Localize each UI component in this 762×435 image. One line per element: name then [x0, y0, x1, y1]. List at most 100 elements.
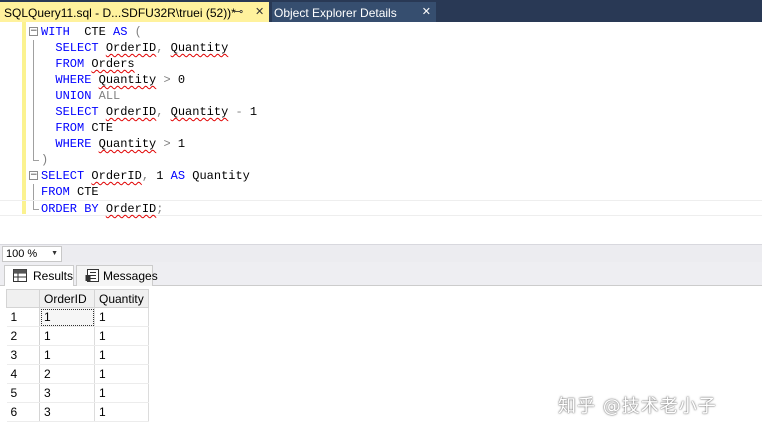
sql-keyword: SELECT — [55, 105, 99, 119]
pin-icon[interactable]: ⊸ — [234, 5, 243, 18]
fold-guide — [33, 72, 34, 88]
sql-token: > — [163, 73, 171, 87]
zoom-select[interactable]: 100 % ▼ — [2, 246, 62, 262]
code-line[interactable]: SELECT OrderID, Quantity — [0, 40, 762, 56]
sql-token: > — [163, 137, 171, 151]
cell-quantity[interactable]: 1 — [94, 383, 149, 403]
sql-keyword: WITH — [41, 25, 70, 39]
row-number[interactable]: 5 — [6, 383, 40, 403]
sql-token: ) — [41, 153, 49, 167]
cell-quantity[interactable]: 1 — [94, 364, 149, 384]
code-text: ) — [41, 152, 48, 168]
table-row[interactable]: 531 — [6, 383, 149, 403]
cell-quantity[interactable]: 1 — [94, 326, 149, 346]
table-row[interactable]: 421 — [6, 364, 149, 384]
collapse-icon[interactable]: − — [29, 27, 38, 36]
cell-orderid[interactable]: 1 — [39, 307, 95, 327]
collapse-icon[interactable]: − — [29, 171, 38, 180]
watermark: 知乎 @技术老小子 — [558, 396, 717, 417]
sql-identifier: OrderID — [91, 169, 142, 183]
sql-keyword: WHERE — [55, 137, 92, 151]
code-line[interactable]: WHERE Quantity > 0 — [0, 72, 762, 88]
column-header-quantity[interactable]: Quantity — [94, 289, 149, 308]
cell-orderid[interactable]: 1 — [39, 345, 95, 365]
cell-quantity[interactable]: 1 — [94, 345, 149, 365]
table-row[interactable]: 111 — [6, 307, 149, 327]
tab-object-explorer-details[interactable]: Object Explorer Details ✕ — [272, 2, 436, 22]
cell-orderid[interactable]: 3 — [39, 402, 95, 422]
chevron-down-icon[interactable]: ▼ — [51, 250, 58, 257]
cell-orderid[interactable]: 1 — [39, 326, 95, 346]
sql-token: 1 — [149, 169, 171, 183]
cell-quantity[interactable]: 1 — [94, 307, 149, 327]
sql-identifier: OrderID — [105, 105, 157, 119]
sql-keyword: SELECT — [55, 41, 99, 55]
grid-icon — [13, 269, 27, 282]
sql-token: - — [235, 105, 243, 119]
close-icon[interactable]: ✕ — [422, 5, 431, 18]
sql-keyword: FROM — [55, 121, 85, 135]
grid-header-row: OrderID Quantity — [6, 289, 149, 308]
code-text: WHERE Quantity > 1 — [41, 136, 185, 152]
sql-identifier: Quantity — [170, 105, 229, 119]
code-line[interactable]: ORDER BY OrderID; — [0, 200, 762, 216]
sql-keyword: ORDER BY — [41, 202, 99, 216]
code-line[interactable]: ) — [0, 152, 762, 168]
tab-label: Messages — [103, 269, 158, 283]
tab-label: Results — [33, 269, 74, 283]
row-number[interactable]: 3 — [6, 345, 40, 365]
code-line[interactable]: UNION ALL — [0, 88, 762, 104]
tab-messages[interactable]: Messages — [76, 265, 158, 286]
row-number[interactable]: 1 — [6, 307, 40, 327]
code-text: UNION ALL — [41, 88, 120, 104]
sql-token: CTE — [69, 185, 99, 199]
sql-keyword: FROM — [55, 57, 85, 71]
code-line[interactable]: − SELECT OrderID, 1 AS Quantity — [0, 168, 762, 184]
cell-quantity[interactable]: 1 — [94, 402, 149, 422]
tab-results[interactable]: Results — [4, 265, 74, 286]
cell-orderid[interactable]: 2 — [39, 364, 95, 384]
code-line[interactable]: WHERE Quantity > 1 — [0, 136, 762, 152]
table-row[interactable]: 311 — [6, 345, 149, 365]
code-line[interactable]: FROM Orders — [0, 56, 762, 72]
document-tab-strip: SQLQuery11.sql - D...SDFU32R\truei (52))… — [0, 0, 762, 22]
code-line[interactable]: − WITH CTE AS ( — [0, 24, 762, 40]
fold-guide — [33, 104, 34, 120]
fold-guide — [33, 120, 34, 136]
tab-sqlquery11[interactable]: SQLQuery11.sql - D...SDFU32R\truei (52))… — [0, 2, 269, 22]
row-number[interactable]: 2 — [6, 326, 40, 346]
code-lines[interactable]: − WITH CTE AS ( SELECT OrderID, Quantity … — [0, 24, 762, 216]
row-number-header[interactable] — [6, 289, 40, 308]
close-icon[interactable]: ✕ — [255, 5, 264, 18]
table-row[interactable]: 211 — [6, 326, 149, 346]
column-header-orderid[interactable]: OrderID — [39, 289, 95, 308]
cell-orderid[interactable]: 3 — [39, 383, 95, 403]
code-line[interactable]: FROM CTE — [0, 120, 762, 136]
sql-keyword: WHERE — [55, 73, 92, 87]
sql-token: ; — [156, 202, 164, 216]
messages-icon — [85, 269, 99, 282]
code-line[interactable]: FROM CTE — [0, 184, 762, 200]
row-number[interactable]: 4 — [6, 364, 40, 384]
code-text: WHERE Quantity > 0 — [41, 72, 185, 88]
row-number[interactable]: 6 — [6, 402, 40, 422]
sql-identifier: Quantity — [170, 41, 229, 55]
query-editor[interactable]: − WITH CTE AS ( SELECT OrderID, Quantity … — [0, 22, 762, 244]
sql-identifier: OrderID — [105, 202, 157, 216]
sql-token: 0 — [170, 73, 186, 87]
code-line[interactable]: SELECT OrderID, Quantity - 1 — [0, 104, 762, 120]
fold-guide — [33, 184, 34, 200]
table-row[interactable]: 631 — [6, 402, 149, 422]
results-grid[interactable]: OrderID Quantity 111211311421531631 — [6, 289, 149, 422]
sql-keyword: AS — [170, 169, 186, 183]
